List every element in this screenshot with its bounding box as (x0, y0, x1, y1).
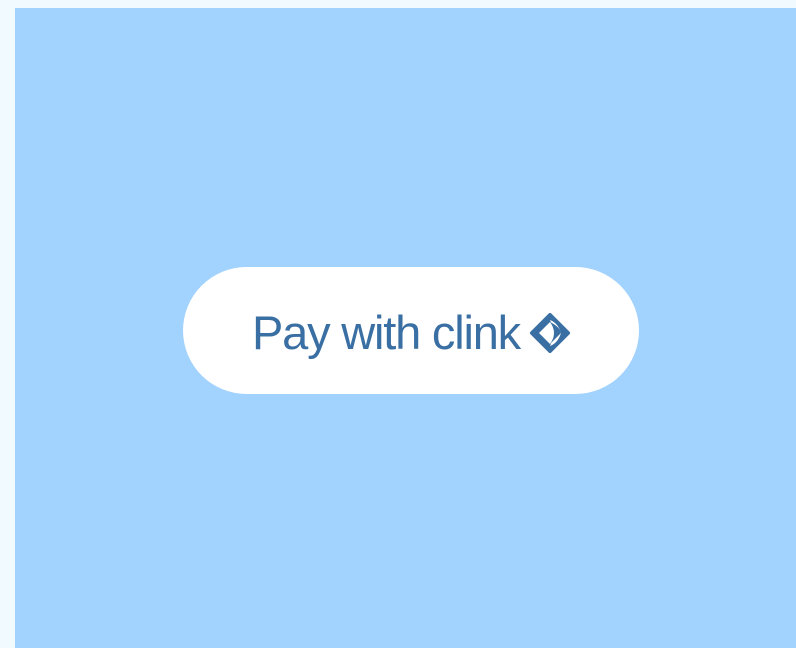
canvas: Pay with clink (15, 8, 796, 648)
pay-button-label: Pay with clink (252, 306, 521, 359)
clink-logo-icon (529, 312, 570, 353)
pay-with-clink-button[interactable]: Pay with clink (183, 267, 639, 394)
